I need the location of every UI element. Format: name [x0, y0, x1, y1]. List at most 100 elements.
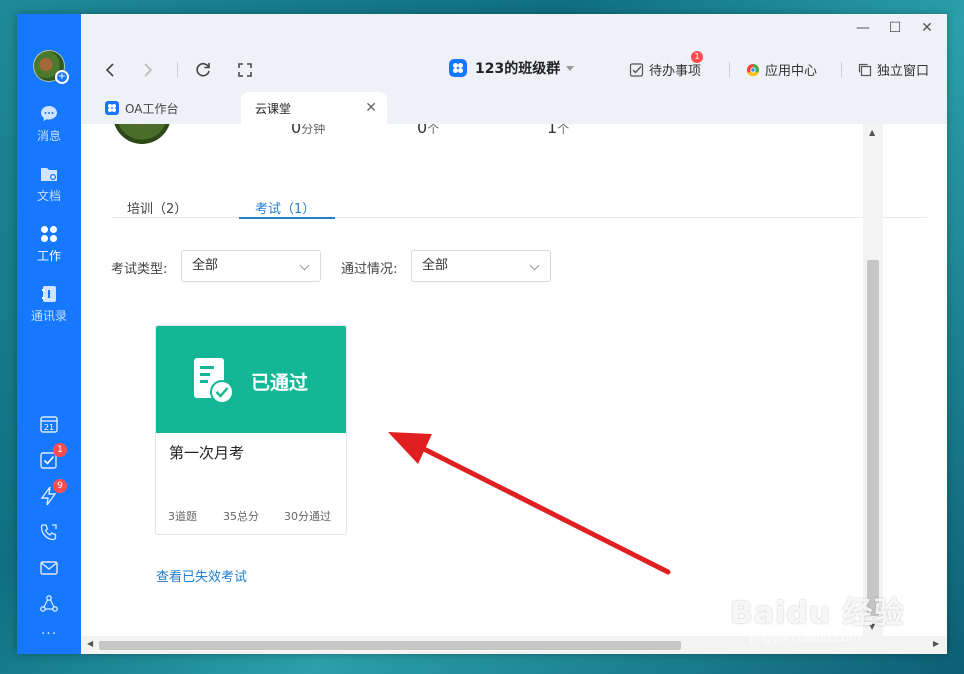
copy-window-icon — [858, 63, 872, 76]
more-icon[interactable]: ··· — [17, 626, 81, 642]
chevron-left-icon — [105, 63, 114, 77]
network-icon — [40, 595, 58, 612]
calendar-day: 21 — [44, 423, 54, 432]
app-center-action[interactable]: 应用中心 — [745, 60, 817, 79]
app-center-icon — [747, 63, 760, 76]
flash-badge: 9 — [53, 479, 67, 493]
exam-training-tabs: 培训（2） 考试（1） — [111, 184, 927, 219]
flash-button[interactable]: 9 — [39, 479, 67, 506]
nav-divider — [177, 62, 178, 78]
tab-label: 云课堂 — [255, 101, 292, 116]
tab-exam[interactable]: 考试（1） — [255, 198, 315, 217]
todo-button[interactable]: 1 — [39, 443, 67, 470]
stat-value: 1 — [547, 124, 558, 137]
exam-question-count: 3道题 — [168, 510, 197, 523]
vertical-scroll-thumb[interactable] — [867, 260, 879, 616]
contacts-book-icon — [42, 286, 56, 302]
view-expired-exams-link[interactable]: 查看已失效考试 — [156, 566, 247, 585]
refresh-icon — [196, 62, 210, 77]
stat-minutes: 0分钟 — [291, 124, 325, 137]
scroll-right-icon[interactable]: ▶ — [933, 639, 939, 648]
exam-pass-score: 30分通过 — [284, 510, 331, 523]
exam-card[interactable]: 已通过 第一次月考 3道题 35总分 30分通过 — [155, 325, 347, 535]
left-rail: + 消息 文档 工作 通讯录 21 1 9 ··· — [17, 14, 81, 654]
mail-icon — [40, 561, 58, 575]
vertical-scrollbar[interactable]: ▲ ▼ — [863, 124, 883, 636]
todo-header-badge: 1 — [691, 51, 703, 63]
calendar-icon: 21 — [40, 416, 58, 433]
exam-type-value: 全部 — [192, 258, 219, 273]
standalone-label: 独立窗口 — [877, 64, 930, 79]
stat-count-3: 1个 — [547, 124, 569, 137]
exam-card-banner: 已通过 — [156, 326, 346, 433]
chevron-right-icon — [144, 63, 153, 77]
exam-passed-icon — [194, 358, 234, 404]
add-status-icon[interactable]: + — [55, 70, 69, 84]
tab-training[interactable]: 培训（2） — [127, 198, 187, 217]
stat-value: 0 — [291, 124, 302, 137]
rail-item-work[interactable]: 工作 — [17, 224, 81, 264]
rail-label: 工作 — [36, 249, 61, 263]
exam-total-score: 35总分 — [223, 510, 259, 523]
network-button[interactable] — [39, 594, 59, 614]
horizontal-scroll-thumb[interactable] — [99, 641, 681, 650]
rail-item-contacts[interactable]: 通讯录 — [17, 284, 81, 324]
chevron-down-icon — [299, 260, 310, 271]
main-content: 0分钟 0个 1个 培训（2） 考试（1） 考试类型: 全部 通过情况: 全部 — [81, 124, 947, 636]
refresh-button[interactable] — [193, 60, 213, 80]
pass-status-select[interactable]: 全部 — [411, 250, 551, 282]
phone-icon — [40, 524, 57, 541]
pass-status-label: 通过情况: — [341, 262, 398, 277]
rail-label: 文档 — [36, 189, 61, 203]
maximize-button[interactable]: ☐ — [883, 20, 907, 36]
stat-value: 0 — [417, 124, 428, 137]
exam-type-label: 考试类型: — [111, 262, 168, 277]
fullscreen-button[interactable] — [235, 60, 255, 80]
todo-label: 待办事项 — [649, 64, 702, 79]
caret-down-icon — [566, 65, 575, 71]
rail-label: 通讯录 — [30, 309, 67, 323]
standalone-window-action[interactable]: 独立窗口 — [857, 60, 929, 79]
app-window: + 消息 文档 工作 通讯录 21 1 9 ··· — ☐ ✕ 123的班级群 … — [17, 14, 947, 654]
back-button[interactable] — [101, 60, 121, 80]
exam-type-select[interactable]: 全部 — [181, 250, 321, 282]
group-switcher[interactable]: 123的班级群 — [449, 58, 575, 78]
rail-item-docs[interactable]: 文档 — [17, 164, 81, 204]
exam-status: 已通过 — [251, 372, 309, 394]
stat-unit: 个 — [427, 124, 440, 136]
apps-grid-icon — [41, 226, 57, 242]
call-button[interactable] — [39, 522, 59, 542]
todo-badge: 1 — [53, 443, 67, 457]
profile-avatar — [113, 124, 171, 144]
group-app-icon — [449, 59, 467, 77]
close-window-button[interactable]: ✕ — [915, 20, 939, 36]
tab-label: OA工作台 — [125, 101, 179, 116]
chevron-down-icon — [529, 260, 540, 271]
todo-action[interactable]: 待办事项 1 — [629, 51, 703, 79]
scroll-up-icon[interactable]: ▲ — [869, 128, 875, 137]
action-divider — [841, 62, 842, 78]
group-title: 123的班级群 — [475, 61, 561, 77]
tab-cloud-classroom[interactable]: 云课堂 ✕ — [241, 92, 387, 124]
tab-oa-workbench[interactable]: OA工作台 — [105, 92, 178, 124]
close-tab-icon[interactable]: ✕ — [365, 100, 377, 116]
watermark-text: Baidu 经验 — [730, 596, 905, 631]
scroll-left-icon[interactable]: ◀ — [87, 639, 93, 648]
minimize-button[interactable]: — — [851, 20, 875, 36]
oa-app-icon — [105, 101, 119, 115]
app-center-label: 应用中心 — [765, 64, 818, 79]
action-divider — [729, 62, 730, 78]
forward-button[interactable] — [137, 60, 157, 80]
folder-icon — [41, 168, 57, 181]
mail-button[interactable] — [39, 558, 59, 578]
top-bar: — ☐ ✕ 123的班级群 待办事项 1 应用中心 独立窗口 OA工作台 云课堂… — [81, 14, 947, 124]
rail-label: 消息 — [36, 129, 61, 143]
stat-count-2: 0个 — [417, 124, 439, 137]
watermark-url: jingyan.baidu.com — [750, 630, 861, 644]
rail-item-messages[interactable]: 消息 — [17, 104, 81, 144]
exam-title: 第一次月考 — [169, 444, 245, 462]
fullscreen-icon — [238, 63, 252, 77]
calendar-button[interactable]: 21 — [39, 414, 59, 434]
stat-unit: 分钟 — [301, 124, 326, 136]
chat-bubble-icon — [41, 106, 57, 121]
